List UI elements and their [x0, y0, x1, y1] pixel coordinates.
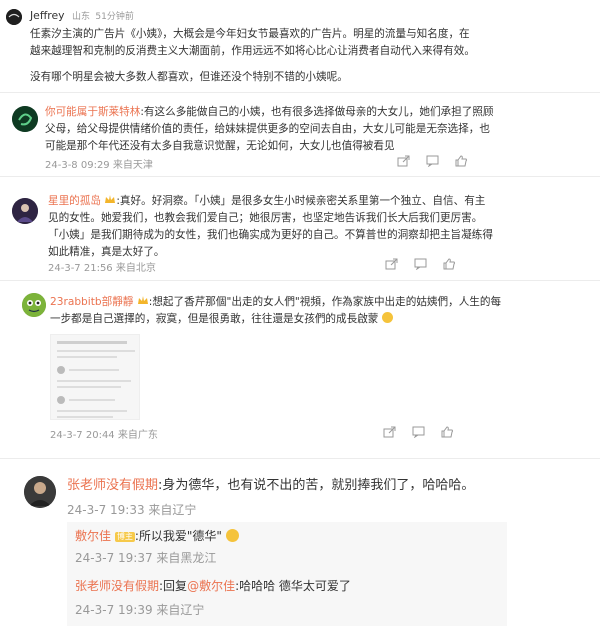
post-text-line: 越来越理智和克制的反消费主义大潮面前，作用远远不如将心比心让消费者自动代入来得有…: [30, 45, 475, 57]
share-icon[interactable]: [397, 155, 410, 167]
comment-item: 23rabbitb部靜靜 :想起了香芹那個"出走的女人們"視頻，作為家族中出走的…: [0, 284, 600, 444]
blogger-badge: 博主: [114, 532, 135, 542]
comment-meta: 24-3-7 19:33 来自辽宁: [67, 503, 197, 517]
share-icon[interactable]: [383, 426, 396, 438]
reply-prefix: :回复: [159, 579, 188, 593]
comment-text: :身为德华，也有说不出的苦，就别捧我们了，哈哈哈。: [158, 478, 475, 493]
comment-meta: 24-3-7 21:56 来自北京: [48, 263, 156, 274]
crown-icon: [137, 296, 148, 304]
reply-text: :所以我爱"德华": [134, 529, 222, 543]
commenter-name[interactable]: 你可能属于斯莱特林: [45, 106, 140, 118]
avatar[interactable]: [22, 293, 46, 317]
post-text-line: 没有哪个明星会被大多数人都喜欢，但谁还没个特别不错的小姨呢。: [30, 71, 348, 83]
reply-meta: 24-3-7 19:37 来自黑龙江: [75, 551, 217, 565]
like-icon[interactable]: [455, 155, 468, 167]
divider: [0, 280, 600, 281]
divider: [0, 458, 600, 459]
reply-meta: 24-3-7 19:39 来自辽宁: [75, 603, 205, 617]
avatar[interactable]: [12, 106, 38, 132]
comment-text-line: 「小姨」是我们期待成为的女性，我们也确实成为更好的自己。不算普世的洞察却把主旨凝…: [48, 229, 493, 241]
post-text-line: 任素汐主演的广告片《小姨》，大概会是今年妇女节最喜欢的广告片。明星的流量与知名度…: [30, 28, 470, 40]
avatar[interactable]: [12, 198, 38, 224]
comment-text-line: 一步都是自己選擇的，寂寞，但是很勇敢，往往還是女孩們的成長啟蒙: [50, 313, 379, 325]
smile-emoji-icon: [381, 312, 393, 323]
weibo-post: Jeffrey 山东 51分钟前 任素汐主演的广告片《小姨》，大概会是今年妇女节…: [0, 0, 600, 96]
comment-text: :想起了香芹那個"出走的女人們"視頻，作為家族中出走的姑姨們，人生的每: [148, 296, 502, 308]
post-time: 51分钟前: [95, 12, 134, 22]
reply-list: 敷尔佳 博主:所以我爱"德华" 24-3-7 19:37 来自黑龙江 张老师没有…: [67, 522, 507, 626]
comment-thread: 张老师没有假期:身为德华，也有说不出的苦，就别捧我们了，哈哈哈。 24-3-7 …: [0, 464, 600, 631]
like-icon[interactable]: [441, 426, 454, 438]
comment-text-line: 父母，给父母提供情绪价值的责任，给妹妹提供更多的空间去自由，大女儿可能是无奈选择…: [45, 123, 490, 135]
comment-icon[interactable]: [412, 426, 425, 438]
comment-text-line: 可能是那个年代还没有太多自我意识觉醒，无论如何，大女儿也值得被看见: [45, 140, 395, 152]
divider: [0, 176, 600, 177]
comment-text: :真好。好洞察。「小姨」是很多女生小时候亲密关系里第一个独立、自信、有主: [116, 195, 486, 207]
comment-meta: 24-3-8 09:29 来自天津: [45, 160, 153, 171]
comment-item: 星里的孤岛 :真好。好洞察。「小姨」是很多女生小时候亲密关系里第一个独立、自信、…: [0, 180, 600, 276]
avatar[interactable]: [24, 476, 56, 508]
comment-meta: 24-3-7 20:44 来自广东: [50, 430, 158, 441]
reply-text: :哈哈哈 德华太可爱了: [235, 579, 351, 593]
post-author[interactable]: Jeffrey: [30, 9, 65, 22]
share-icon[interactable]: [385, 258, 398, 270]
comment-text-line: 见的女性。她爱我们，也教会我们爱自己；她很厉害，也坚定地告诉我们长大后我们更厉害…: [48, 212, 483, 224]
post-location: 山东: [71, 12, 90, 22]
reply-author[interactable]: 张老师没有假期: [75, 579, 159, 593]
comment-icon[interactable]: [414, 258, 427, 270]
reply-author[interactable]: 敷尔佳: [75, 529, 111, 543]
commenter-name[interactable]: 23rabbitb部靜靜: [50, 296, 133, 308]
comment-text: :有这么多能做自己的小姨，也有很多选择做母亲的大女儿，她们承担了照顾: [140, 106, 494, 118]
attached-image[interactable]: [50, 334, 140, 420]
commenter-name[interactable]: 张老师没有假期: [67, 478, 158, 493]
grin-emoji-icon: [225, 529, 239, 542]
divider: [0, 92, 600, 93]
like-icon[interactable]: [443, 258, 456, 270]
comment-item: 你可能属于斯莱特林:有这么多能做自己的小姨，也有很多选择做母亲的大女儿，她们承担…: [0, 96, 600, 172]
commenter-name[interactable]: 星里的孤岛: [48, 195, 101, 207]
crown-icon: [105, 195, 116, 203]
mention-link[interactable]: @敷尔佳: [187, 579, 235, 593]
comment-icon[interactable]: [426, 155, 439, 167]
avatar[interactable]: [6, 9, 22, 25]
